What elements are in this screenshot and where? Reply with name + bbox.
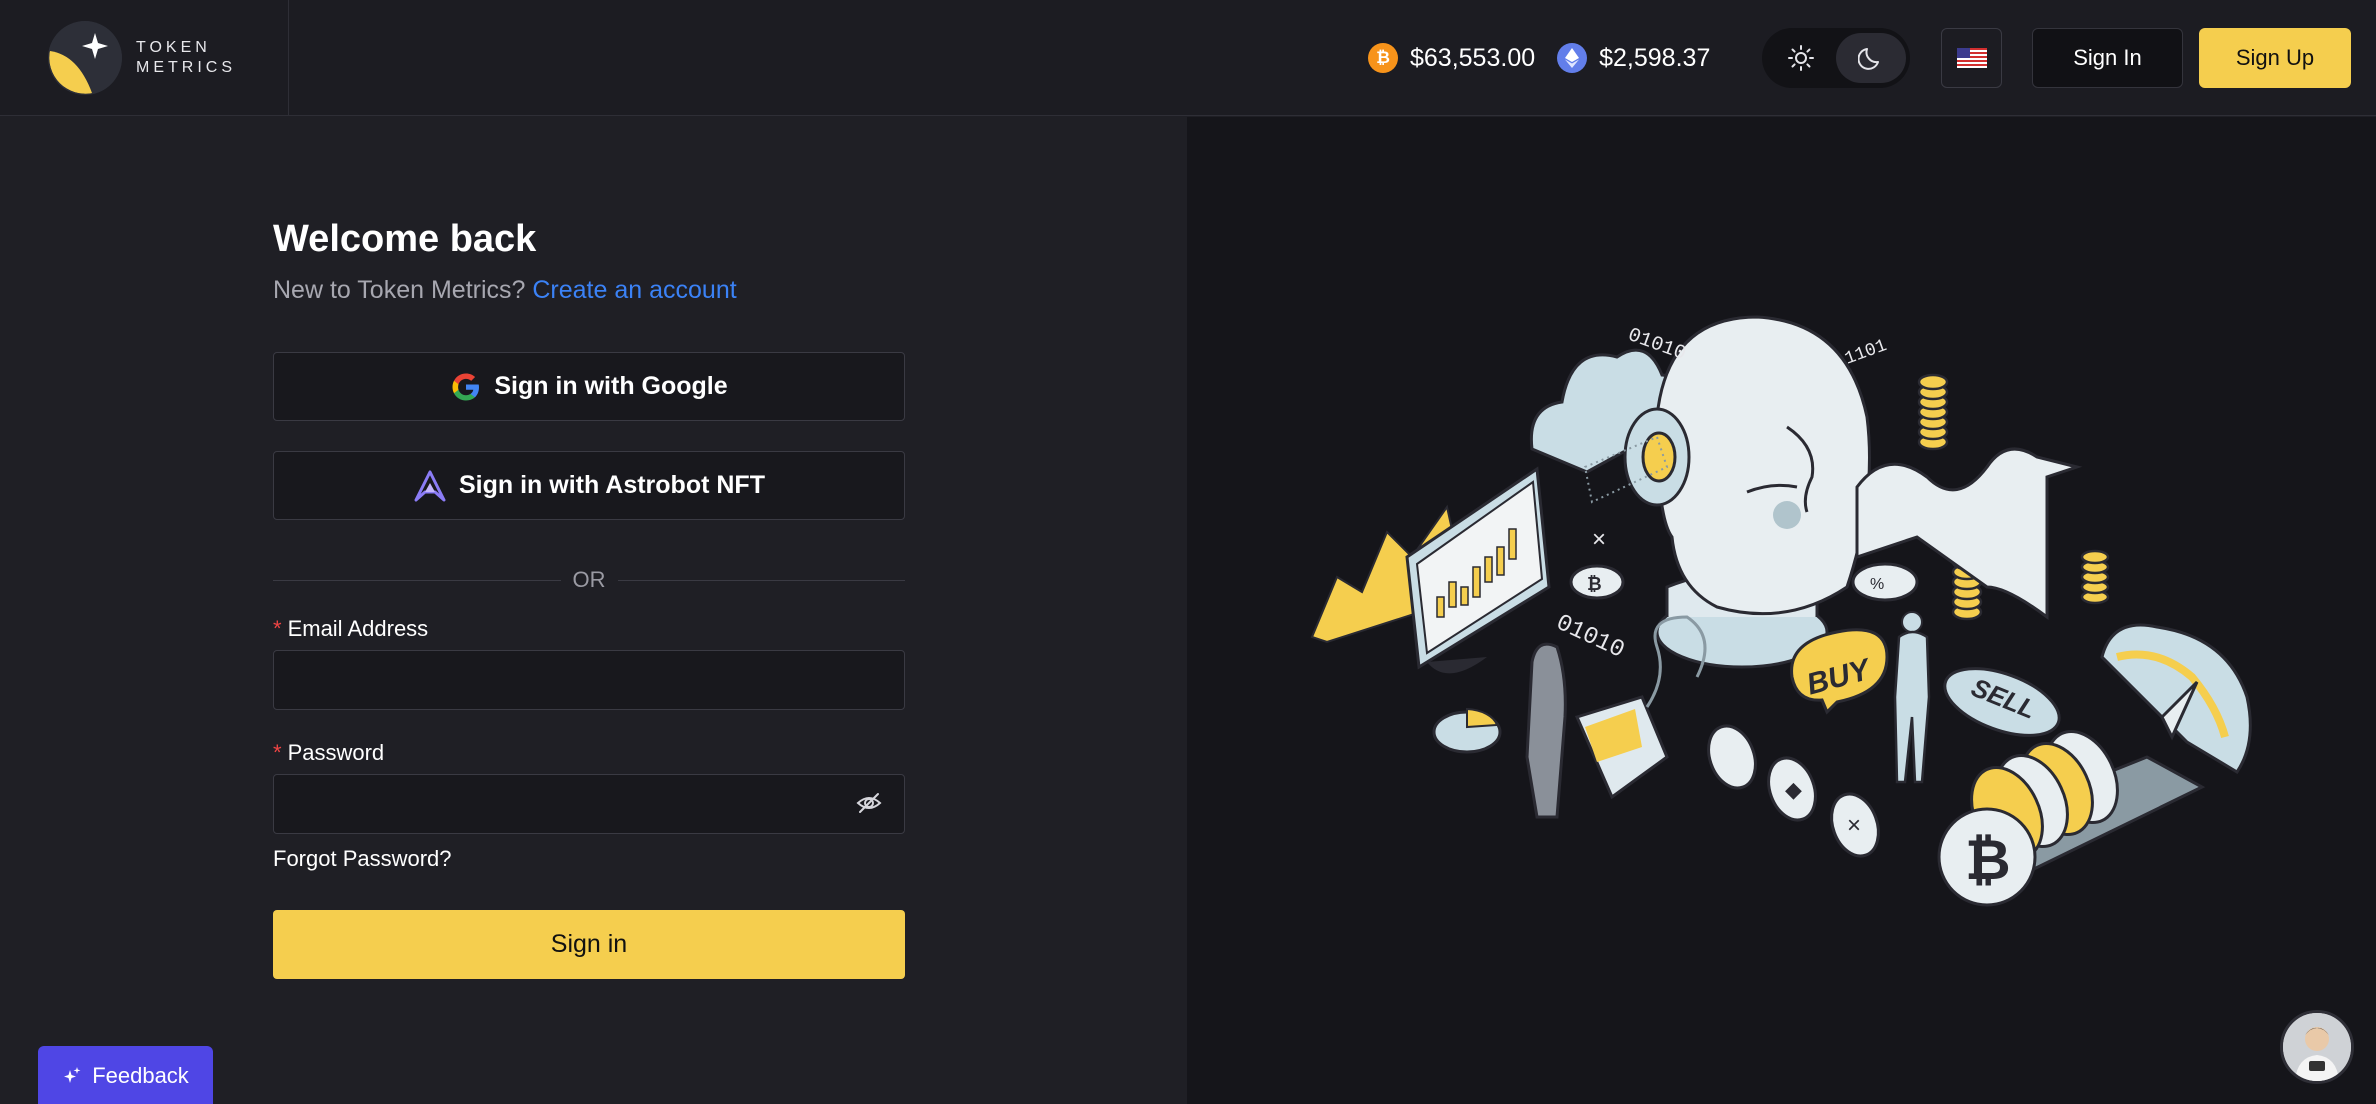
sign-in-submit-button[interactable]: Sign in: [273, 910, 905, 979]
buy-bubble: BUY: [1790, 628, 1889, 715]
divider-line-left: [273, 579, 561, 581]
header-sign-in-button[interactable]: Sign In: [2032, 28, 2183, 88]
svg-text:%: %: [1870, 576, 1884, 593]
signup-prompt-text: New to Token Metrics?: [273, 276, 526, 304]
feedback-label: Feedback: [92, 1063, 189, 1088]
eth-price: $2,598.37: [1557, 43, 1710, 73]
email-field[interactable]: [273, 650, 905, 710]
light-mode-button[interactable]: [1766, 33, 1836, 83]
toggle-password-visibility-icon[interactable]: [856, 790, 882, 816]
eth-price-value: $2,598.37: [1599, 43, 1711, 72]
page-title: Welcome back: [273, 218, 537, 260]
feedback-button[interactable]: Feedback: [38, 1046, 213, 1104]
or-text: OR: [572, 567, 606, 592]
brand-line-2: METRICS: [136, 59, 236, 76]
dark-mode-button[interactable]: [1836, 33, 1906, 83]
moon-icon: [1858, 48, 1879, 70]
language-selector[interactable]: [1941, 28, 2002, 88]
brand-name: TOKEN METRICS: [136, 38, 236, 78]
password-label: * Password: [273, 740, 384, 766]
binary-text-bottom: 01010: [1552, 610, 1629, 665]
astrobot-sign-in-button[interactable]: Sign in with Astrobot NFT: [273, 451, 905, 520]
logo-mark-icon: [48, 21, 122, 95]
svg-text:×: ×: [1592, 526, 1606, 553]
email-label-text: Email Address: [287, 616, 429, 641]
robot-head: [1623, 315, 1871, 669]
btc-price: ₿ $63,553.00: [1368, 43, 1535, 73]
required-marker: *: [273, 616, 282, 641]
sun-icon: [1788, 45, 1814, 71]
logo-link[interactable]: TOKEN METRICS: [0, 0, 289, 116]
illustration-panel: 01010 1101 01010 × ₿ % BUY SELL ◆ × ₿: [1187, 117, 2376, 1104]
google-sign-in-button[interactable]: Sign in with Google: [273, 352, 905, 421]
astrobot-icon: [414, 470, 446, 501]
svg-text:₿: ₿: [1587, 574, 1602, 594]
signup-prompt: New to Token Metrics? Create an account: [273, 276, 737, 305]
theme-toggle[interactable]: [1762, 28, 1910, 88]
avatar-image: [2283, 1013, 2351, 1081]
top-header: TOKEN METRICS ₿ $63,553.00 $2,598.37 Sig…: [0, 0, 2376, 116]
password-field[interactable]: [273, 774, 905, 834]
divider-line-right: [617, 579, 905, 581]
bitcoin-icon: ₿: [1368, 43, 1398, 73]
ethereum-icon: [1557, 43, 1588, 73]
or-divider: OR: [273, 566, 905, 594]
bitcoin-vault: ₿: [1937, 729, 2206, 907]
svg-text:◆: ◆: [1785, 777, 1802, 802]
gauge-shape: [2100, 623, 2252, 775]
forgot-password-link[interactable]: Forgot Password?: [273, 846, 452, 872]
btc-price-value: $63,553.00: [1410, 43, 1536, 72]
candlestick-monitor: [1405, 466, 1551, 674]
required-marker: *: [273, 740, 282, 765]
sparkle-icon: [64, 1067, 81, 1083]
svg-text:₿: ₿: [1965, 828, 2011, 891]
crypto-ai-illustration: 01010 1101 01010 × ₿ % BUY SELL ◆ × ₿: [1310, 315, 2252, 907]
support-chat-avatar[interactable]: [2280, 1010, 2354, 1084]
header-sign-up-button[interactable]: Sign Up: [2199, 28, 2351, 88]
us-flag-icon: [1956, 48, 1987, 68]
email-label: * Email Address: [273, 616, 428, 642]
trader-figure: [1893, 611, 1931, 784]
analyst-figure: [1525, 642, 1669, 819]
google-sign-in-label: Sign in with Google: [494, 372, 728, 400]
brand-line-1: TOKEN: [136, 39, 211, 56]
price-ticker: ₿ $63,553.00 $2,598.37: [1368, 0, 1710, 116]
google-icon: [452, 373, 480, 400]
create-account-link[interactable]: Create an account: [532, 276, 736, 304]
binary-text-right: 1101: [1842, 336, 1889, 370]
password-label-text: Password: [287, 740, 385, 765]
astrobot-sign-in-label: Sign in with Astrobot NFT: [459, 471, 765, 499]
svg-text:×: ×: [1847, 812, 1861, 839]
